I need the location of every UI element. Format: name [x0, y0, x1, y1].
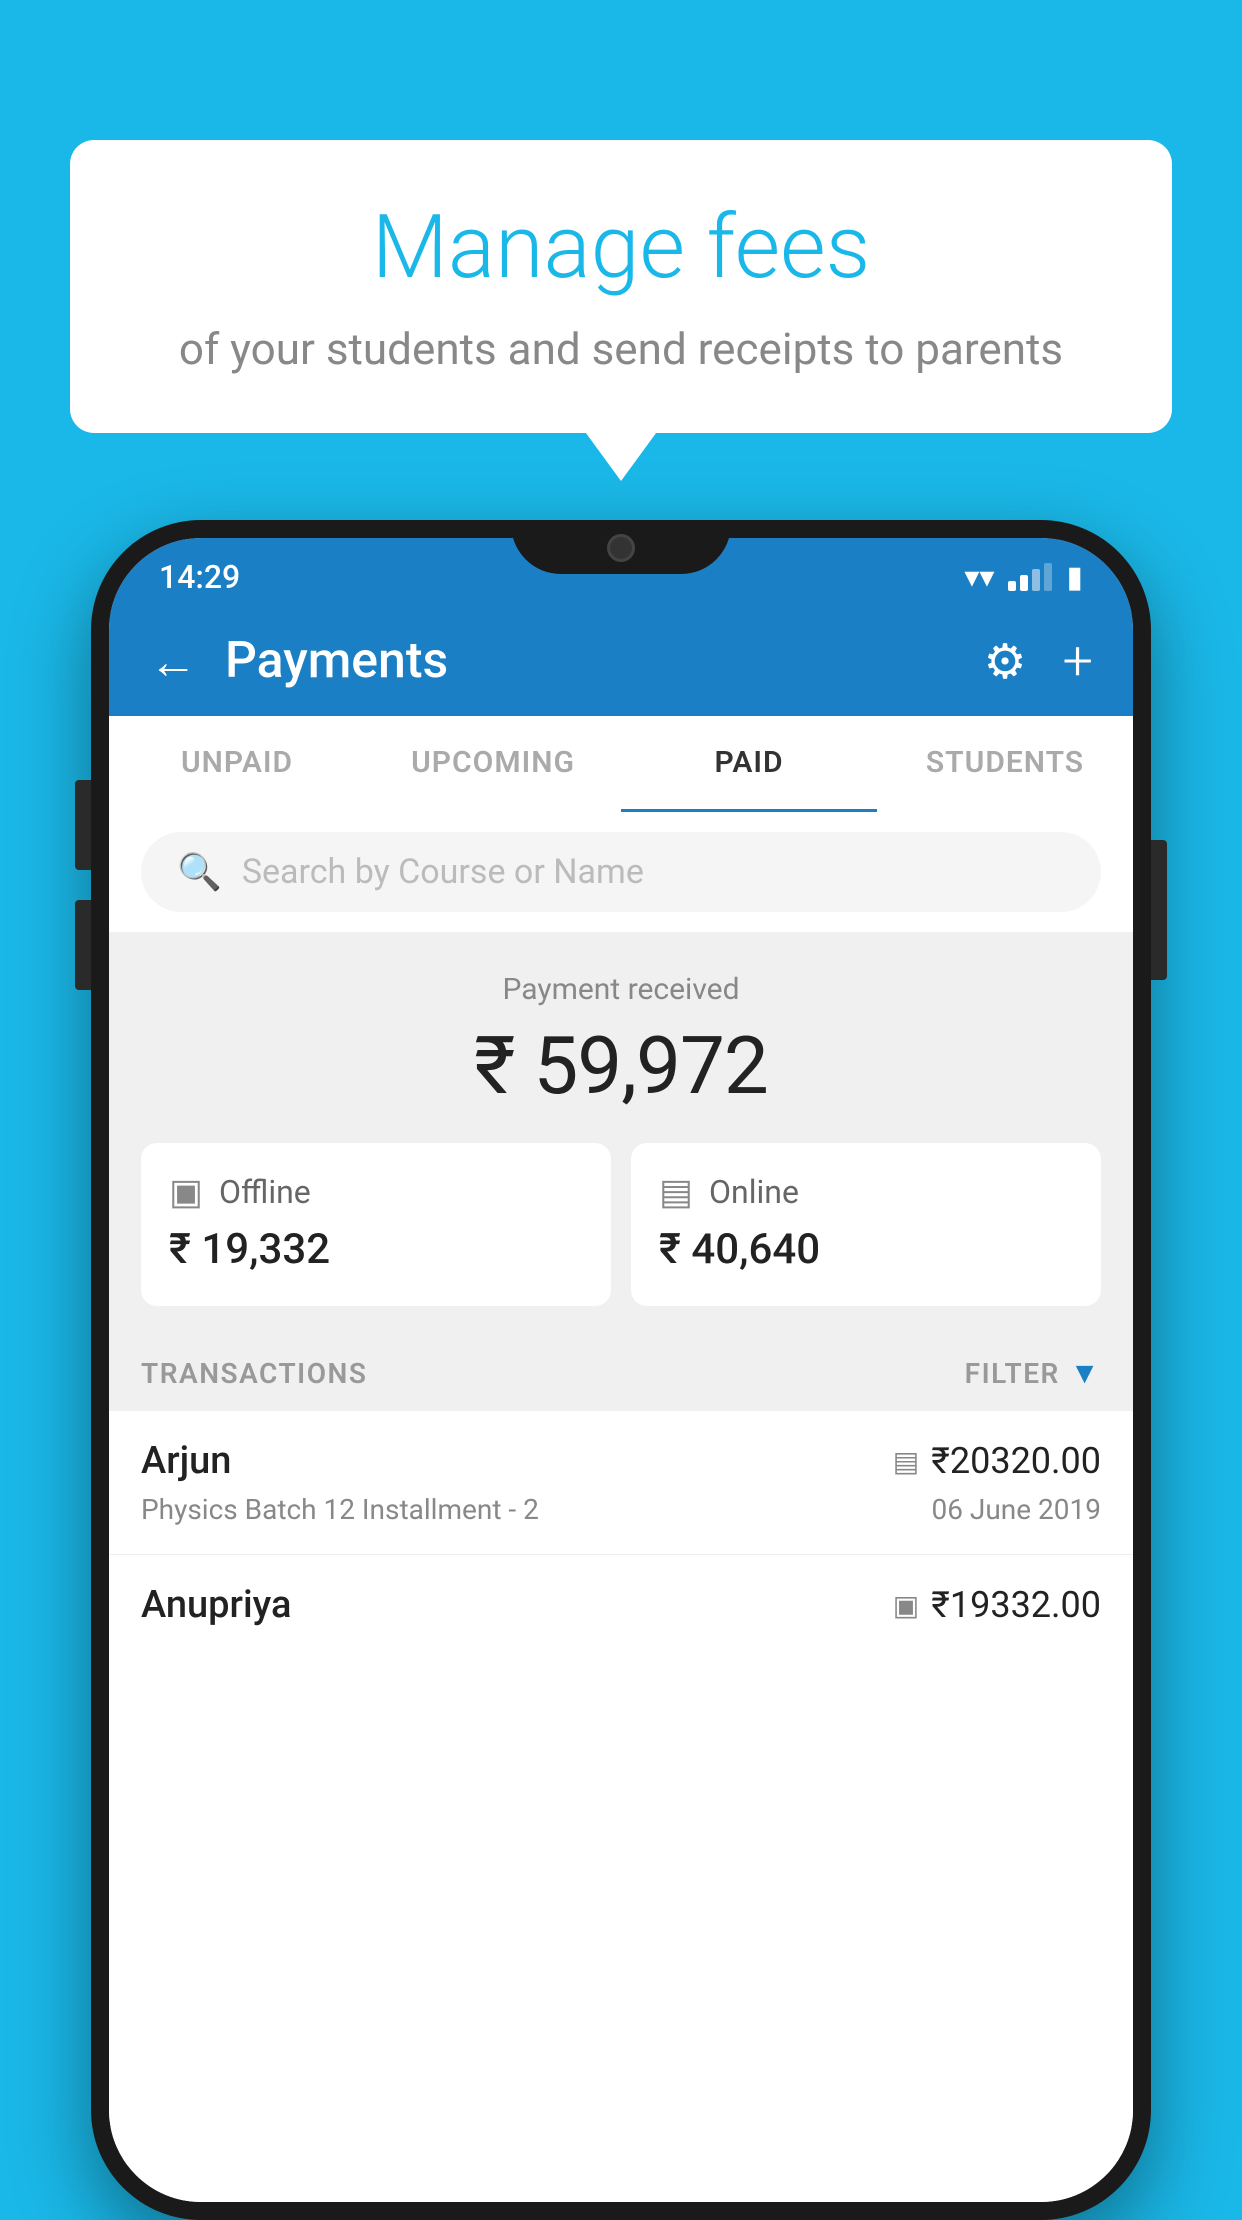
offline-label: Offline — [219, 1173, 311, 1211]
online-amount: ₹ 40,640 — [659, 1225, 1073, 1274]
tab-unpaid[interactable]: UNPAID — [109, 716, 365, 812]
speech-bubble: Manage fees of your students and send re… — [70, 140, 1172, 433]
payment-cards: ▣ Offline ₹ 19,332 ▤ Online ₹ 40,640 — [109, 1143, 1133, 1336]
filter-label: FILTER — [965, 1357, 1060, 1390]
transaction-item-partial[interactable]: Anupriya ▣ ₹19332.00 — [109, 1555, 1133, 1647]
tabs-bar: UNPAID UPCOMING PAID STUDENTS — [109, 716, 1133, 812]
app-background: Manage fees of your students and send re… — [0, 0, 1242, 2208]
phone-notch — [511, 520, 731, 574]
status-icons: ▾▾ ▮ — [964, 560, 1083, 595]
phone-frame: 14:29 ▾▾ ▮ ← Payments ⚙ + — [91, 520, 1151, 2220]
transaction-name: Arjun — [141, 1439, 231, 1483]
header-title: Payments — [225, 632, 983, 690]
payment-total-amount: ₹ 59,972 — [141, 1019, 1101, 1113]
filter-button[interactable]: FILTER ▼ — [965, 1356, 1101, 1391]
settings-icon[interactable]: ⚙ — [983, 633, 1026, 690]
manage-fees-title: Manage fees — [120, 200, 1122, 297]
tab-upcoming[interactable]: UPCOMING — [365, 716, 621, 812]
tab-students[interactable]: STUDENTS — [877, 716, 1133, 812]
transaction-date: 06 June 2019 — [931, 1493, 1101, 1526]
transaction-row-1: Anupriya ▣ ₹19332.00 — [141, 1583, 1101, 1627]
transaction-row-1: Arjun ▤ ₹20320.00 — [141, 1439, 1101, 1483]
power-button — [1151, 840, 1167, 980]
offline-payment-card: ▣ Offline ₹ 19,332 — [141, 1143, 611, 1306]
online-card-header: ▤ Online — [659, 1171, 1073, 1213]
offline-amount: ₹ 19,332 — [169, 1225, 583, 1274]
payment-type-icon: ▣ — [893, 1589, 919, 1622]
volume-down-button — [75, 900, 91, 990]
card-icon: ▤ — [659, 1171, 693, 1213]
add-button[interactable]: + — [1062, 630, 1093, 693]
payment-type-icon: ▤ — [893, 1445, 919, 1478]
transaction-course: Physics Batch 12 Installment - 2 — [141, 1493, 539, 1526]
wifi-icon: ▾▾ — [964, 560, 994, 595]
transaction-amount: ₹20320.00 — [931, 1440, 1101, 1482]
volume-up-button — [75, 780, 91, 870]
app-header: ← Payments ⚙ + — [109, 606, 1133, 716]
transactions-header: TRANSACTIONS FILTER ▼ — [109, 1336, 1133, 1411]
content-area: 🔍 Search by Course or Name Payment recei… — [109, 812, 1133, 2202]
search-bar[interactable]: 🔍 Search by Course or Name — [141, 832, 1101, 912]
manage-fees-subtitle: of your students and send receipts to pa… — [120, 321, 1122, 378]
online-label: Online — [709, 1173, 799, 1211]
amount-wrapper: ▤ ₹20320.00 — [893, 1440, 1101, 1482]
phone-outer: 14:29 ▾▾ ▮ ← Payments ⚙ + — [91, 520, 1151, 2220]
amount-wrapper: ▣ ₹19332.00 — [893, 1584, 1101, 1626]
online-payment-card: ▤ Online ₹ 40,640 — [631, 1143, 1101, 1306]
search-placeholder: Search by Course or Name — [242, 852, 644, 892]
transaction-item[interactable]: Arjun ▤ ₹20320.00 Physics Batch 12 Insta… — [109, 1411, 1133, 1555]
search-bar-container: 🔍 Search by Course or Name — [109, 812, 1133, 932]
front-camera — [607, 534, 635, 562]
transaction-row-2: Physics Batch 12 Installment - 2 06 June… — [141, 1493, 1101, 1526]
search-icon: 🔍 — [177, 851, 222, 893]
transaction-amount: ₹19332.00 — [931, 1584, 1101, 1626]
filter-icon: ▼ — [1070, 1356, 1101, 1391]
signal-icon — [1008, 563, 1052, 591]
tab-paid[interactable]: PAID — [621, 716, 877, 812]
status-time: 14:29 — [159, 558, 240, 596]
payment-received-label: Payment received — [141, 972, 1101, 1007]
header-actions: ⚙ + — [983, 630, 1093, 693]
offline-card-header: ▣ Offline — [169, 1171, 583, 1213]
speech-bubble-container: Manage fees of your students and send re… — [70, 140, 1172, 433]
phone-screen: 14:29 ▾▾ ▮ ← Payments ⚙ + — [109, 538, 1133, 2202]
transaction-list: Arjun ▤ ₹20320.00 Physics Batch 12 Insta… — [109, 1411, 1133, 2202]
transactions-label: TRANSACTIONS — [141, 1357, 367, 1390]
payment-summary: Payment received ₹ 59,972 — [109, 932, 1133, 1143]
cash-icon: ▣ — [169, 1171, 203, 1213]
transaction-name: Anupriya — [141, 1583, 291, 1627]
back-button[interactable]: ← — [149, 633, 197, 690]
battery-icon: ▮ — [1066, 560, 1083, 595]
